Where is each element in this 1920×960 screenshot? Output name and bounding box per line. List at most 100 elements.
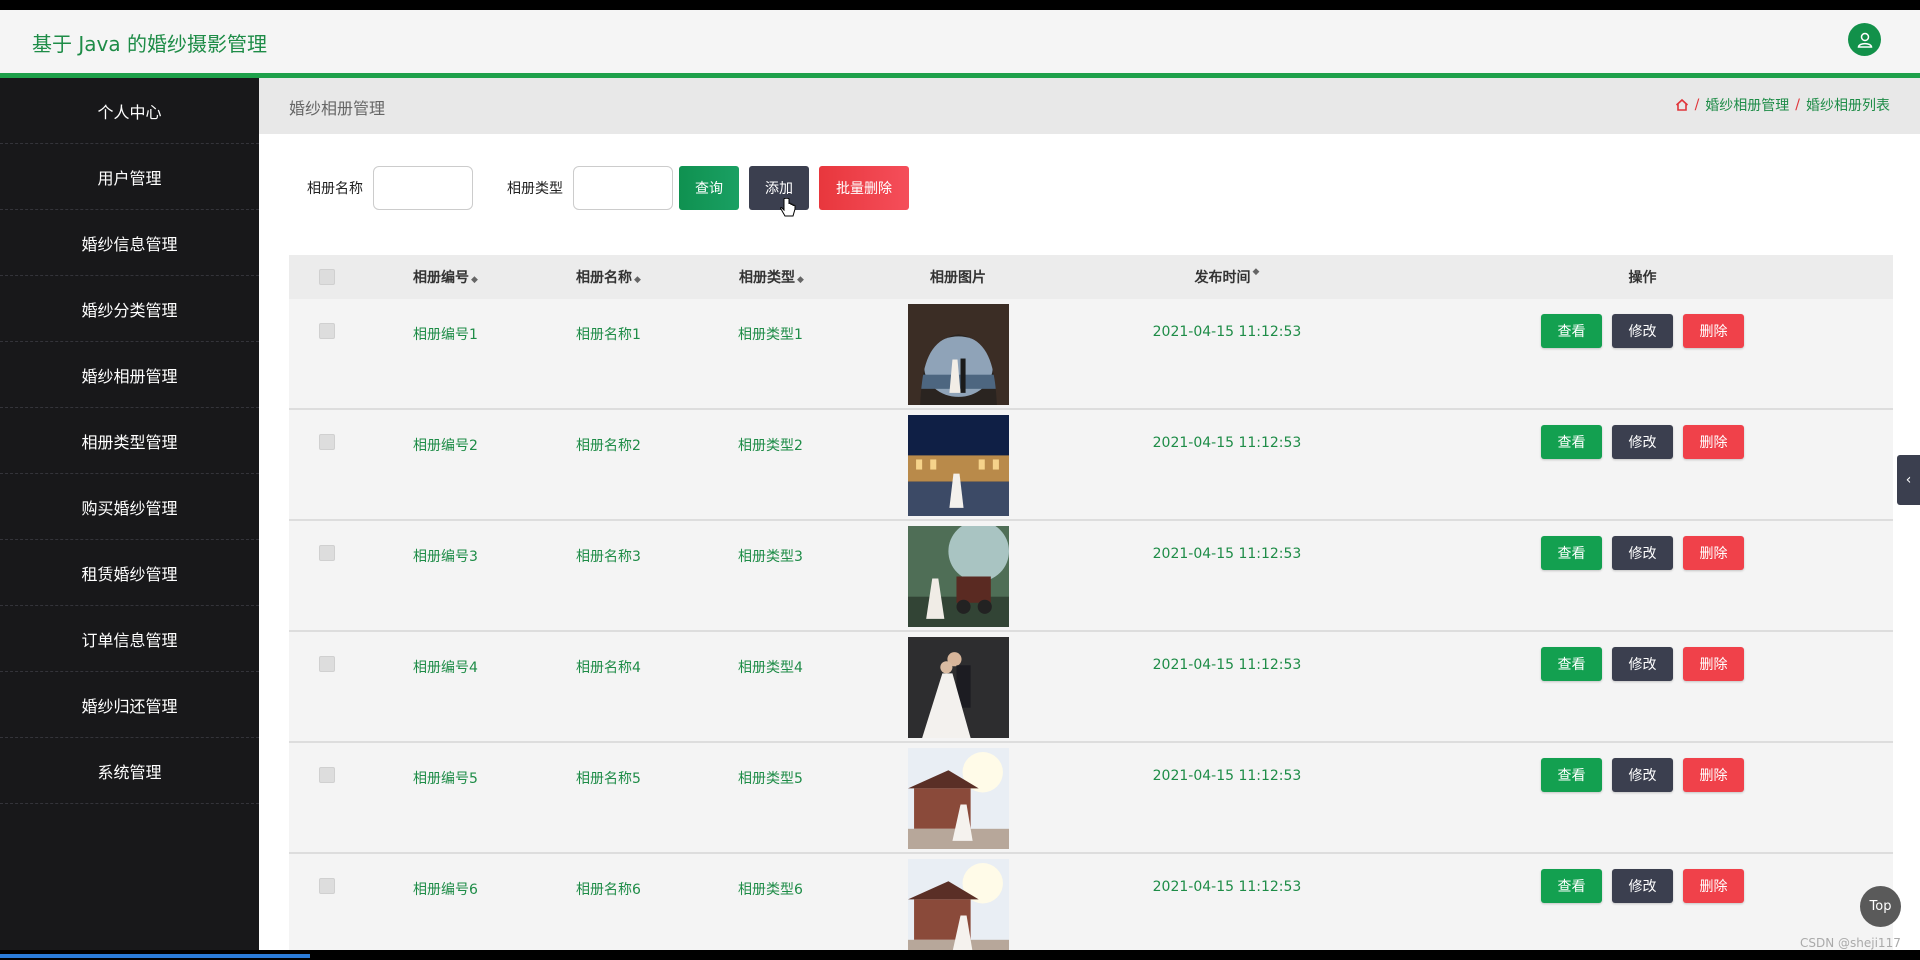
cell-album-image bbox=[854, 521, 1062, 627]
sort-icon[interactable]: ◆ bbox=[634, 275, 641, 285]
breadcrumb-item-album-list[interactable]: 婚纱相册列表 bbox=[1806, 95, 1890, 115]
row-checkbox[interactable] bbox=[319, 434, 335, 450]
breadcrumb: / 婚纱相册管理 / 婚纱相册列表 bbox=[1675, 95, 1890, 115]
edit-button[interactable]: 修改 bbox=[1612, 869, 1673, 903]
cell-album-no: 相册编号3 bbox=[413, 549, 478, 565]
cell-album-name: 相册名称6 bbox=[576, 882, 641, 898]
edit-button[interactable]: 修改 bbox=[1612, 758, 1673, 792]
avatar[interactable] bbox=[1848, 23, 1881, 56]
sidebar-item-album-management[interactable]: 婚纱相册管理 bbox=[0, 342, 259, 408]
breadcrumb-item-album-management[interactable]: 婚纱相册管理 bbox=[1705, 95, 1789, 115]
sidebar-item-wedding-dress-info[interactable]: 婚纱信息管理 bbox=[0, 210, 259, 276]
album-table: 相册编号 ◆ 相册名称 ◆ 相册类型 ◆ 相册图片 发布时间 ◆ 操作 相册编号1 相册… bbox=[289, 255, 1893, 950]
album-photo-garden-carriage[interactable] bbox=[907, 526, 1009, 627]
cell-publish-time: 2021-04-15 11:12:53 bbox=[1152, 546, 1302, 562]
edit-button[interactable]: 修改 bbox=[1612, 536, 1673, 570]
cell-album-type: 相册类型5 bbox=[738, 771, 803, 787]
table-row: 相册编号4 相册名称4 相册类型4 2021-04-15 11:12:53 查看… bbox=[289, 632, 1893, 743]
cell-album-type: 相册类型1 bbox=[738, 327, 803, 343]
cell-album-type: 相册类型6 bbox=[738, 882, 803, 898]
sidebar-item-purchase[interactable]: 购买婚纱管理 bbox=[0, 474, 259, 540]
edit-button[interactable]: 修改 bbox=[1612, 425, 1673, 459]
cell-ops: 查看 修改 删除 bbox=[1392, 410, 1893, 459]
view-button[interactable]: 查看 bbox=[1541, 869, 1602, 903]
table-row: 相册编号5 相册名称5 相册类型5 2021-04-15 11:12:53 查看… bbox=[289, 743, 1893, 854]
sort-icon[interactable]: ◆ bbox=[1253, 267, 1260, 287]
sidebar-item-return[interactable]: 婚纱归还管理 bbox=[0, 672, 259, 738]
sort-icon[interactable]: ◆ bbox=[797, 275, 804, 285]
batch-delete-button[interactable]: 批量删除 bbox=[819, 166, 909, 210]
back-to-top-button[interactable]: Top bbox=[1860, 886, 1901, 927]
row-check-cell bbox=[289, 410, 365, 450]
delete-button[interactable]: 删除 bbox=[1683, 536, 1744, 570]
cell-album-no: 相册编号5 bbox=[413, 771, 478, 787]
row-checkbox[interactable] bbox=[319, 656, 335, 672]
side-panel-toggle[interactable]: ‹ bbox=[1897, 455, 1920, 505]
home-icon[interactable] bbox=[1675, 98, 1689, 112]
table-header: 相册编号 ◆ 相册名称 ◆ 相册类型 ◆ 相册图片 发布时间 ◆ 操作 bbox=[289, 255, 1893, 299]
sidebar-item-rental[interactable]: 租赁婚纱管理 bbox=[0, 540, 259, 606]
sidebar-item-user-management[interactable]: 用户管理 bbox=[0, 144, 259, 210]
breadcrumb-separator: / bbox=[1795, 97, 1800, 113]
view-button[interactable]: 查看 bbox=[1541, 647, 1602, 681]
top-header: 基于 Java 的婚纱摄影管理 bbox=[0, 10, 1920, 78]
row-check-cell bbox=[289, 632, 365, 672]
main-content: 婚纱相册管理 / 婚纱相册管理 / 婚纱相册列表 相册名称 相册类型 查询 添加… bbox=[259, 78, 1920, 950]
row-check-cell bbox=[289, 299, 365, 339]
sidebar-item-album-type[interactable]: 相册类型管理 bbox=[0, 408, 259, 474]
table-row: 相册编号3 相册名称3 相册类型3 2021-04-15 11:12:53 查看… bbox=[289, 521, 1893, 632]
sort-icon[interactable]: ◆ bbox=[471, 275, 478, 285]
cell-album-image bbox=[854, 299, 1062, 405]
col-header-time[interactable]: 发布时间 ◆ bbox=[1062, 267, 1392, 287]
view-button[interactable]: 查看 bbox=[1541, 536, 1602, 570]
sidebar-item-orders[interactable]: 订单信息管理 bbox=[0, 606, 259, 672]
cell-album-type: 相册类型3 bbox=[738, 549, 803, 565]
album-photo-studio-couple[interactable] bbox=[907, 637, 1009, 738]
table-row: 相册编号6 相册名称6 相册类型6 2021-04-15 11:12:53 查看… bbox=[289, 854, 1893, 950]
sidebar-item-label: 婚纱分类管理 bbox=[81, 300, 178, 320]
col-header-name-label: 相册名称 bbox=[576, 270, 632, 286]
delete-button[interactable]: 删除 bbox=[1683, 647, 1744, 681]
col-header-type-label: 相册类型 bbox=[739, 270, 795, 286]
col-header-type[interactable]: 相册类型 ◆ bbox=[691, 267, 854, 287]
sidebar-item-personal-center[interactable]: 个人中心 bbox=[0, 78, 259, 144]
delete-button[interactable]: 删除 bbox=[1683, 869, 1744, 903]
album-photo-pavilion-sunlight[interactable] bbox=[907, 859, 1009, 950]
delete-button[interactable]: 删除 bbox=[1683, 314, 1744, 348]
delete-button[interactable]: 删除 bbox=[1683, 758, 1744, 792]
col-header-no[interactable]: 相册编号 ◆ bbox=[365, 267, 528, 287]
row-checkbox[interactable] bbox=[319, 545, 335, 561]
cell-album-name: 相册名称5 bbox=[576, 771, 641, 787]
album-name-label: 相册名称 bbox=[307, 181, 363, 197]
view-button[interactable]: 查看 bbox=[1541, 425, 1602, 459]
edit-button[interactable]: 修改 bbox=[1612, 647, 1673, 681]
row-check-cell bbox=[289, 743, 365, 783]
album-photo-cave-couple[interactable] bbox=[907, 304, 1009, 405]
row-checkbox[interactable] bbox=[319, 878, 335, 894]
album-type-input[interactable] bbox=[573, 166, 673, 210]
cell-album-type: 相册类型2 bbox=[738, 438, 803, 454]
row-checkbox[interactable] bbox=[319, 767, 335, 783]
sidebar-item-label: 婚纱信息管理 bbox=[81, 234, 178, 254]
view-button[interactable]: 查看 bbox=[1541, 758, 1602, 792]
sidebar-item-label: 婚纱归还管理 bbox=[81, 696, 178, 716]
cell-ops: 查看 修改 删除 bbox=[1392, 521, 1893, 570]
album-photo-night-palace[interactable] bbox=[907, 415, 1009, 516]
query-button[interactable]: 查询 bbox=[679, 166, 739, 210]
col-header-name[interactable]: 相册名称 ◆ bbox=[528, 267, 691, 287]
delete-button[interactable]: 删除 bbox=[1683, 425, 1744, 459]
album-name-input[interactable] bbox=[373, 166, 473, 210]
row-checkbox[interactable] bbox=[319, 323, 335, 339]
col-header-time-label: 发布时间 bbox=[1194, 270, 1251, 286]
sidebar-item-dress-category[interactable]: 婚纱分类管理 bbox=[0, 276, 259, 342]
col-header-image: 相册图片 bbox=[930, 270, 986, 286]
sidebar-item-system[interactable]: 系统管理 bbox=[0, 738, 259, 804]
edit-button[interactable]: 修改 bbox=[1612, 314, 1673, 348]
select-all-checkbox[interactable] bbox=[319, 269, 335, 285]
cell-publish-time: 2021-04-15 11:12:53 bbox=[1152, 879, 1302, 895]
cell-album-name: 相册名称2 bbox=[576, 438, 641, 454]
sidebar-item-label: 租赁婚纱管理 bbox=[81, 564, 178, 584]
view-button[interactable]: 查看 bbox=[1541, 314, 1602, 348]
album-photo-pavilion-sunlight[interactable] bbox=[907, 748, 1009, 849]
sidebar-item-label: 个人中心 bbox=[97, 102, 162, 122]
